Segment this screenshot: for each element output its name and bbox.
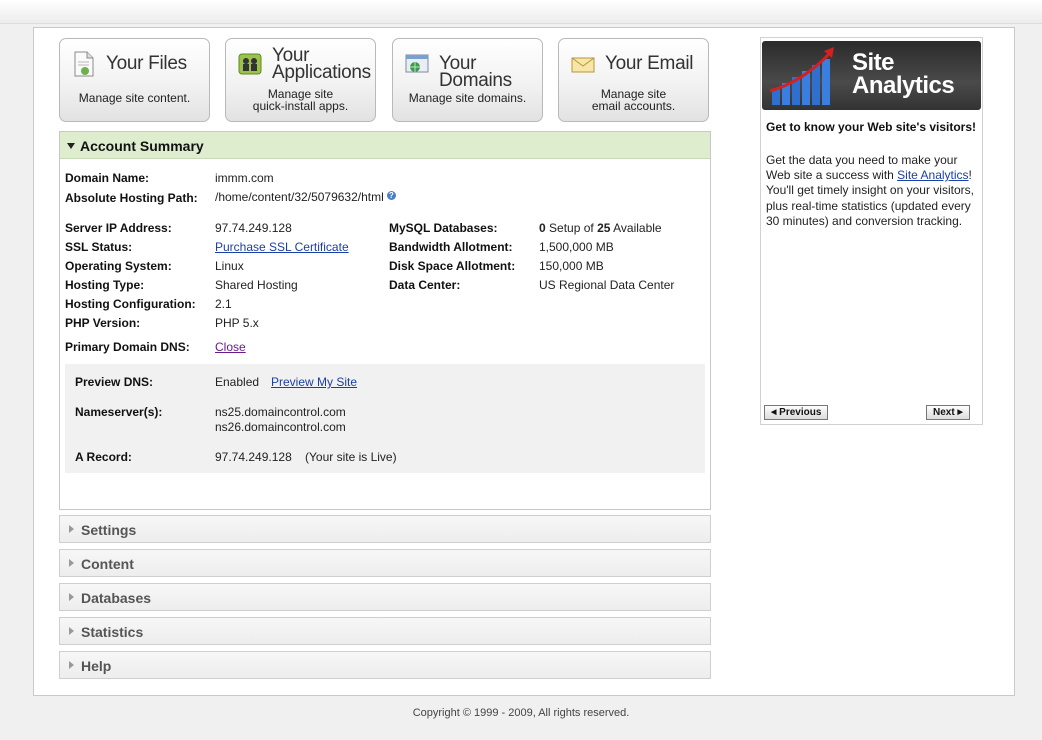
next-button[interactable]: Next ▶ [926, 405, 970, 420]
previous-label: Previous [779, 407, 822, 418]
ssl-status-label: SSL Status: [65, 240, 133, 254]
site-analytics-link[interactable]: Site Analytics [897, 168, 968, 182]
files-icon [74, 51, 94, 77]
server-ip-label: Server IP Address: [65, 221, 172, 235]
tile-title: Your Files [106, 53, 187, 74]
collapsed-triangle-icon [69, 593, 74, 601]
mysql-label: MySQL Databases: [389, 221, 498, 235]
right-arrow-icon: ▶ [957, 409, 963, 416]
a-record-value: 97.74.249.128 [215, 450, 292, 464]
panel-title: Databases [81, 590, 152, 606]
php-version-value: PHP 5.x [215, 316, 259, 330]
primary-dns-label: Primary Domain DNS: [65, 340, 190, 354]
bandwidth-label: Bandwidth Allotment: [389, 240, 513, 254]
domain-name-label: Domain Name: [65, 171, 150, 185]
your-domains-tile[interactable]: Your Domains Manage site domains. [392, 38, 543, 122]
nameservers-label: Nameserver(s): [75, 405, 163, 419]
nameserver-1: ns25.domaincontrol.com [215, 405, 346, 419]
preview-my-site-link[interactable]: Preview My Site [271, 375, 357, 389]
tile-title: Your Email [605, 53, 694, 74]
left-arrow-icon: ◀ [771, 409, 777, 416]
purchase-ssl-link[interactable]: Purchase SSL Certificate [215, 240, 349, 254]
analytics-chart-icon [769, 47, 834, 105]
panel-title: Settings [81, 522, 137, 538]
your-applications-tile[interactable]: Your Applications Manage site quick-inst… [225, 38, 376, 122]
applications-icon [238, 53, 262, 75]
operating-system-label: Operating System: [65, 259, 172, 273]
collapsed-triangle-icon [69, 525, 74, 533]
email-icon [571, 57, 595, 73]
preview-dns-label: Preview DNS: [75, 375, 154, 389]
databases-panel[interactable]: Databases [59, 583, 711, 611]
a-record-note: (Your site is Live) [305, 450, 397, 464]
tile-title: Your Applications [272, 46, 371, 83]
collapsed-triangle-icon [69, 661, 74, 669]
statistics-panel[interactable]: Statistics [59, 617, 711, 645]
hosting-path-text: /home/content/32/5079632/html [215, 190, 384, 204]
mysql-mid: Setup of [549, 221, 594, 235]
disk-space-label: Disk Space Allotment: [389, 259, 516, 273]
operating-system-value: Linux [215, 259, 244, 273]
hosting-path-value: /home/content/32/5079632/html? [215, 190, 396, 204]
collapsed-triangle-icon [69, 559, 74, 567]
panel-title: Content [81, 556, 134, 572]
help-icon[interactable]: ? [386, 191, 396, 200]
dns-close-link[interactable]: Close [215, 340, 246, 354]
help-panel[interactable]: Help [59, 651, 711, 679]
tile-desc-2: quick-install apps. [252, 99, 349, 113]
preview-dns-status: Enabled [215, 375, 260, 389]
ad-heading: Get to know your Web site's visitors! [766, 120, 977, 134]
disk-space-value: 150,000 MB [539, 259, 604, 273]
tile-desc: Manage site content. [78, 91, 191, 105]
copyright-footer: Copyright © 1999 - 2009, All rights rese… [412, 707, 630, 719]
domains-icon [405, 54, 429, 73]
nameserver-2: ns26.domaincontrol.com [215, 420, 346, 434]
next-label: Next [933, 407, 955, 418]
mysql-tail: Available [613, 221, 662, 235]
tile-desc-2: email accounts. [591, 99, 676, 113]
ad-title: Site Analytics [852, 51, 955, 99]
your-files-tile[interactable]: Your Files Manage site content. [59, 38, 210, 122]
hosting-type-label: Hosting Type: [65, 278, 145, 292]
main-frame: Your Files Manage site content. Your App… [33, 27, 1015, 696]
a-record-label: A Record: [75, 450, 132, 464]
your-email-tile[interactable]: Your Email Manage site email accounts. [558, 38, 709, 122]
bandwidth-value: 1,500,000 MB [539, 240, 614, 254]
panel-title: Help [81, 658, 112, 674]
browser-top-bar [0, 0, 1042, 24]
site-analytics-banner[interactable]: Site Analytics [762, 41, 981, 110]
dns-details-box: Preview DNS: Enabled Preview My Site Nam… [65, 364, 705, 473]
hosting-config-label: Hosting Configuration: [65, 297, 196, 311]
account-summary-header[interactable]: Account Summary [60, 132, 710, 159]
mysql-total: 25 [597, 221, 611, 235]
panel-title: Statistics [81, 624, 144, 640]
data-center-value: US Regional Data Center [539, 278, 675, 292]
mysql-value: 0 Setup of 25 Available [539, 221, 662, 235]
settings-panel[interactable]: Settings [59, 515, 711, 543]
ad-title-line2: Analytics [852, 72, 955, 99]
hosting-path-label: Absolute Hosting Path: [65, 191, 198, 205]
account-summary-title: Account Summary [80, 138, 204, 154]
content-panel[interactable]: Content [59, 549, 711, 577]
hosting-config-value: 2.1 [215, 297, 232, 311]
collapsed-triangle-icon [69, 627, 74, 635]
hosting-type-value: Shared Hosting [215, 278, 298, 292]
tile-title: Your Domains [439, 53, 512, 91]
site-analytics-ad: Site Analytics Get to know your Web site… [760, 37, 983, 425]
tile-title-line2: Applications [272, 62, 371, 83]
server-ip-value: 97.74.249.128 [215, 221, 292, 235]
php-version-label: PHP Version: [65, 316, 141, 330]
domain-name-value: immm.com [215, 171, 274, 185]
expanded-triangle-icon [67, 143, 75, 149]
data-center-label: Data Center: [389, 278, 461, 292]
tile-desc: Manage site domains. [408, 91, 527, 105]
previous-button[interactable]: ◀ Previous [764, 405, 829, 420]
mysql-used: 0 [539, 221, 546, 235]
ad-body: Get the data you need to make your Web s… [766, 153, 976, 229]
account-summary-panel: Account Summary Domain Name: immm.com Ab… [59, 131, 711, 510]
